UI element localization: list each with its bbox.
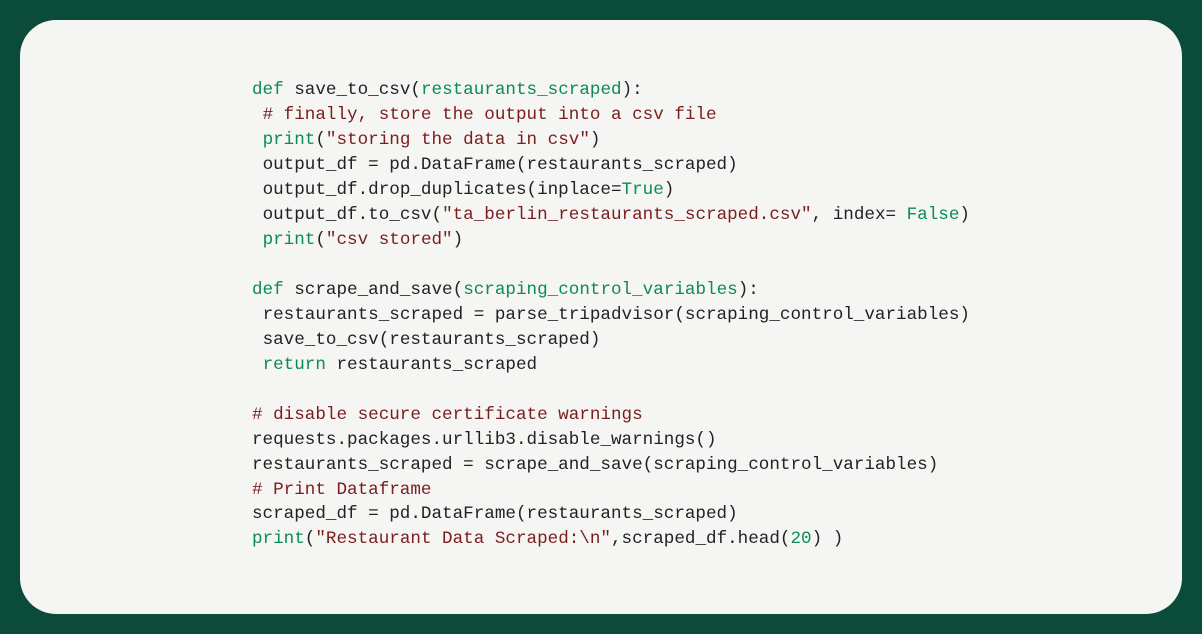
comment: # finally, store the output into a csv f… <box>263 105 717 125</box>
fn-name: scrape_and_save <box>294 280 452 300</box>
fn-name: save_to_csv <box>294 80 410 100</box>
builtin-print: print <box>263 230 316 250</box>
code-line: ,scraped_df.head( <box>611 529 791 549</box>
code-line: ) ) <box>812 529 844 549</box>
number: 20 <box>790 529 811 549</box>
code-block: def save_to_csv(restaurants_scraped): # … <box>252 78 1112 552</box>
bool-true: True <box>622 180 664 200</box>
code-line: , index= <box>812 205 907 225</box>
code-line: restaurants_scraped = parse_tripadvisor(… <box>263 305 970 325</box>
code-line: requests.packages.urllib3.disable_warnin… <box>252 430 717 450</box>
code-line: restaurants_scraped <box>326 355 537 375</box>
code-line: ) <box>959 205 970 225</box>
bool-false: False <box>907 205 960 225</box>
code-line: save_to_csv(restaurants_scraped) <box>263 330 601 350</box>
code-line: scraped_df = pd.DataFrame(restaurants_sc… <box>252 504 738 524</box>
code-line: restaurants_scraped = scrape_and_save(sc… <box>252 455 938 475</box>
code-line: output_df = pd.DataFrame(restaurants_scr… <box>263 155 738 175</box>
code-line: output_df.drop_duplicates(inplace= <box>263 180 622 200</box>
string: "ta_berlin_restaurants_scraped.csv" <box>442 205 812 225</box>
keyword-return: return <box>263 355 326 375</box>
code-line: ) <box>664 180 675 200</box>
builtin-print: print <box>263 130 316 150</box>
string: "Restaurant Data Scraped:\n" <box>315 529 611 549</box>
string: "csv stored" <box>326 230 453 250</box>
arg: restaurants_scraped <box>421 80 622 100</box>
code-card: def save_to_csv(restaurants_scraped): # … <box>20 20 1182 614</box>
keyword-def: def <box>252 280 284 300</box>
string: "storing the data in csv" <box>326 130 590 150</box>
arg: scraping_control_variables <box>463 280 738 300</box>
code-line: output_df.to_csv( <box>263 205 443 225</box>
comment: # Print Dataframe <box>252 480 432 500</box>
keyword-def: def <box>252 80 284 100</box>
comment: # disable secure certificate warnings <box>252 405 643 425</box>
builtin-print: print <box>252 529 305 549</box>
